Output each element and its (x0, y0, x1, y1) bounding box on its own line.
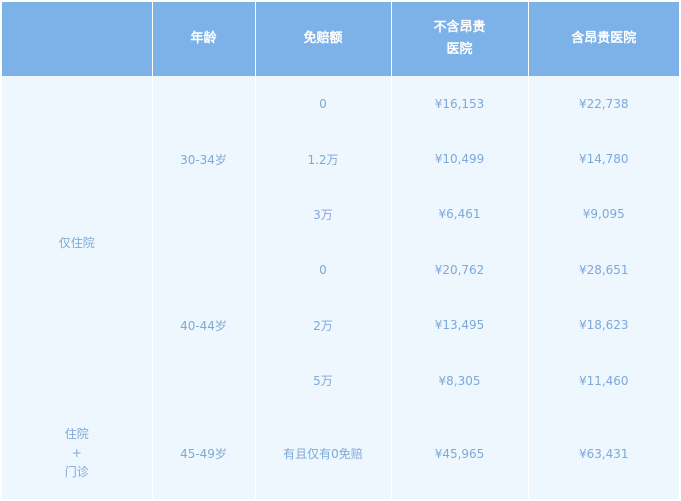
age-group-45-49: 45-49岁 (152, 408, 256, 499)
price-incl-cell: ¥22,738 (528, 76, 679, 132)
price-excl-cell: ¥10,499 (391, 131, 529, 187)
price-incl-cell: ¥14,780 (528, 131, 679, 187)
plan-line-outpatient: 门诊 (64, 465, 89, 480)
plan-line-inpatient: 住院 (64, 427, 89, 442)
price-incl-cell: ¥9,095 (528, 186, 679, 243)
age-group-30-34: 30-34岁 (152, 76, 256, 243)
header-plan-cell (2, 2, 153, 76)
price-incl-cell: ¥28,651 (528, 242, 679, 298)
plan-line-plus: + (71, 446, 82, 461)
header-incl-expensive-hospital: 含昂贵医院 (528, 2, 679, 76)
premium-table: 年龄 免赔额 不含昂贵 医院 含昂贵医院 仅住院 30-34岁 0 ¥16,15… (2, 2, 679, 499)
deductible-cell: 2万 (255, 297, 392, 353)
price-incl-cell: ¥18,623 (528, 297, 679, 353)
price-excl-cell: ¥13,495 (391, 297, 529, 353)
price-incl-cell: ¥11,460 (528, 352, 679, 409)
header-row: 年龄 免赔额 不含昂贵 医院 含昂贵医院 (2, 2, 679, 76)
table-row: 住院 + 门诊 45-49岁 有且仅有0免赔 ¥45,965 ¥63,431 (2, 408, 679, 499)
price-excl-cell: ¥8,305 (391, 352, 529, 409)
deductible-cell: 有且仅有0免赔 (255, 408, 392, 499)
header-excl-expensive-hospital: 不含昂贵 医院 (391, 2, 529, 76)
price-incl-cell: ¥63,431 (528, 408, 679, 499)
plan-inpatient-outpatient: 住院 + 门诊 (2, 408, 153, 499)
price-excl-cell: ¥45,965 (391, 408, 529, 499)
price-excl-cell: ¥6,461 (391, 186, 529, 243)
header-deductible: 免赔额 (255, 2, 392, 76)
deductible-cell: 0 (255, 242, 392, 298)
header-excl-line1: 不含昂贵 (433, 20, 486, 35)
header-excl-line2: 医院 (446, 42, 473, 57)
deductible-cell: 3万 (255, 186, 392, 243)
deductible-cell: 5万 (255, 352, 392, 409)
header-age: 年龄 (152, 2, 256, 76)
deductible-cell: 0 (255, 76, 392, 132)
plan-inpatient-only: 仅住院 (2, 76, 153, 409)
age-group-40-44: 40-44岁 (152, 242, 256, 409)
table-row: 仅住院 30-34岁 0 ¥16,153 ¥22,738 (2, 76, 679, 409)
deductible-cell: 1.2万 (255, 131, 392, 187)
price-excl-cell: ¥20,762 (391, 242, 529, 298)
price-excl-cell: ¥16,153 (391, 76, 529, 132)
